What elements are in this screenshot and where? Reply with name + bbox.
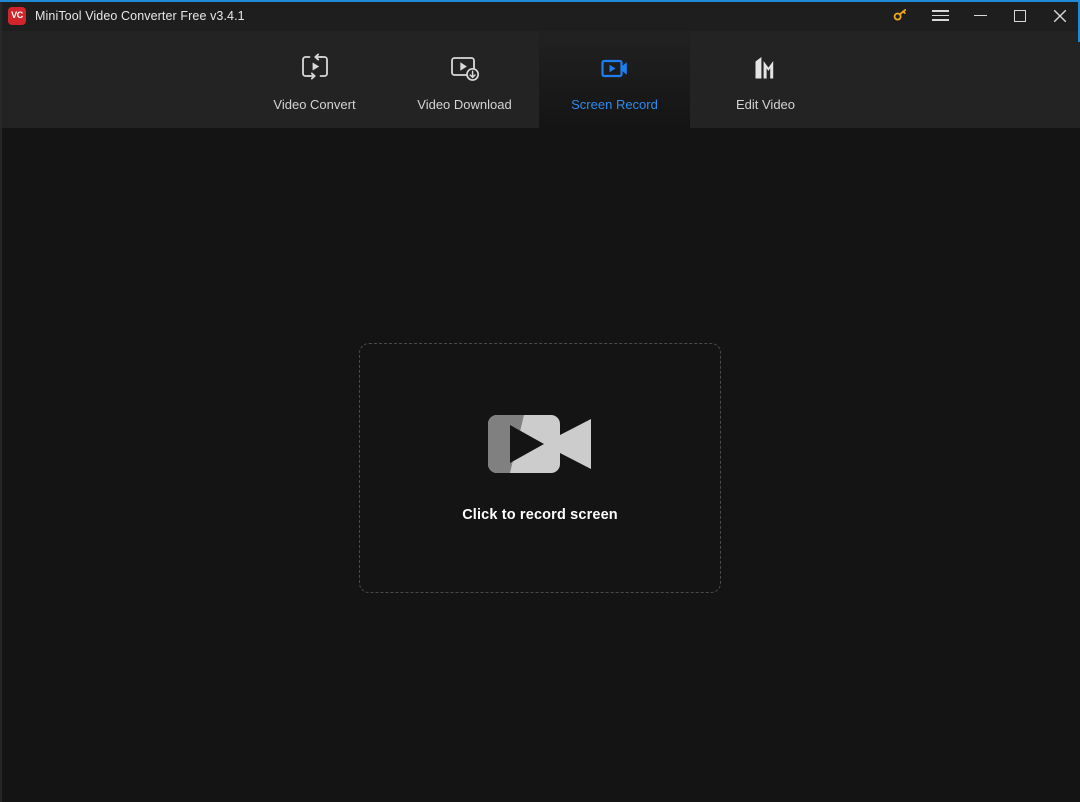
title-bar: VC MiniTool Video Converter Free v3.4.1 [0,0,1080,31]
tab-screen-record-label: Screen Record [571,97,658,112]
window-edge-left [0,0,2,802]
tab-video-convert[interactable]: Video Convert [239,31,390,128]
close-button[interactable] [1040,0,1080,31]
app-logo-icon: VC [8,6,26,25]
menu-button[interactable] [920,0,960,31]
app-window: VC MiniTool Video Converter Free v3.4.1 [0,0,1080,802]
main-tab-bar: Video Convert Video Download Screen Reco… [0,31,1080,128]
video-download-icon [448,46,482,92]
minimize-button[interactable] [960,0,1000,31]
video-convert-icon [298,46,332,92]
close-icon [1053,9,1067,22]
tab-screen-record[interactable]: Screen Record [539,31,690,128]
window-accent-border-top [0,0,1080,2]
app-logo-text: VC [11,10,23,20]
window-title: MiniTool Video Converter Free v3.4.1 [35,8,245,23]
main-content-area: Click to record screen [0,128,1080,802]
register-button[interactable] [880,0,920,31]
maximize-icon [1014,9,1026,22]
camcorder-icon [488,413,592,475]
tab-video-download-label: Video Download [417,97,512,112]
tab-edit-video-label: Edit Video [735,97,796,112]
screen-record-icon [598,46,632,92]
record-screen-dropzone[interactable]: Click to record screen [359,343,721,593]
edit-video-icon [749,46,783,92]
titlebar-controls [880,0,1080,31]
key-icon [893,8,906,21]
tab-video-download[interactable]: Video Download [389,31,540,128]
dropzone-label: Click to record screen [462,507,618,523]
menu-icon [931,7,949,24]
maximize-button[interactable] [1000,0,1040,31]
tab-edit-video[interactable]: Edit Video [690,31,841,128]
minimize-icon [973,14,987,17]
tab-video-convert-label: Video Convert [273,97,356,112]
